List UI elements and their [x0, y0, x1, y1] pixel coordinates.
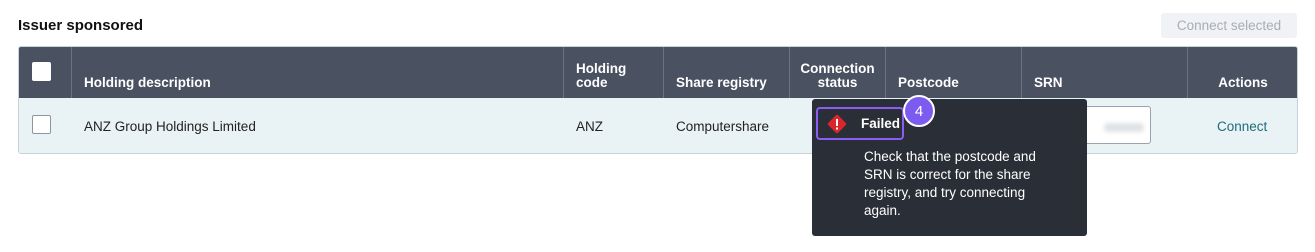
status-tooltip: Failed Check that the postcode and SRN i… — [812, 99, 1087, 236]
srn-redacted-value — [1104, 123, 1144, 132]
table-row: ANZ Group Holdings Limited ANZ Computers… — [19, 98, 1297, 153]
select-all-checkbox[interactable] — [32, 62, 51, 81]
column-share-registry: Share registry — [664, 47, 790, 98]
holding-code-cell: ANZ — [576, 118, 603, 134]
tooltip-message: Check that the postcode and SRN is corre… — [864, 149, 1036, 218]
share-registry-cell: Computershare — [676, 118, 770, 134]
select-all-header — [19, 47, 72, 98]
column-holding-code-line2: code — [576, 75, 608, 90]
holdings-table: Holding description Holding code Share r… — [18, 46, 1298, 154]
error-diamond-icon — [827, 114, 847, 133]
row-select-checkbox[interactable] — [32, 115, 51, 134]
section-title: Issuer sponsored — [18, 17, 144, 34]
column-holding-code: Holding code — [564, 47, 664, 98]
column-connection-status: Connection status — [790, 47, 886, 98]
connection-status-failed[interactable]: Failed — [816, 107, 904, 140]
column-holding-description: Holding description — [72, 47, 564, 98]
column-srn: SRN — [1022, 47, 1188, 98]
table-header: Holding description Holding code Share r… — [19, 47, 1297, 98]
connect-link[interactable]: Connect — [1217, 98, 1267, 153]
column-connection-status-line1: Connection — [800, 61, 875, 76]
holding-description-cell: ANZ Group Holdings Limited — [84, 118, 256, 134]
step-badge: 4 — [903, 95, 935, 127]
connect-selected-button[interactable]: Connect selected — [1161, 13, 1297, 38]
column-holding-code-line1: Holding — [576, 61, 627, 76]
column-actions: Actions — [1218, 75, 1268, 90]
failed-label: Failed — [861, 116, 901, 131]
column-connection-status-line2: status — [817, 75, 858, 90]
column-postcode: Postcode — [886, 47, 1022, 98]
